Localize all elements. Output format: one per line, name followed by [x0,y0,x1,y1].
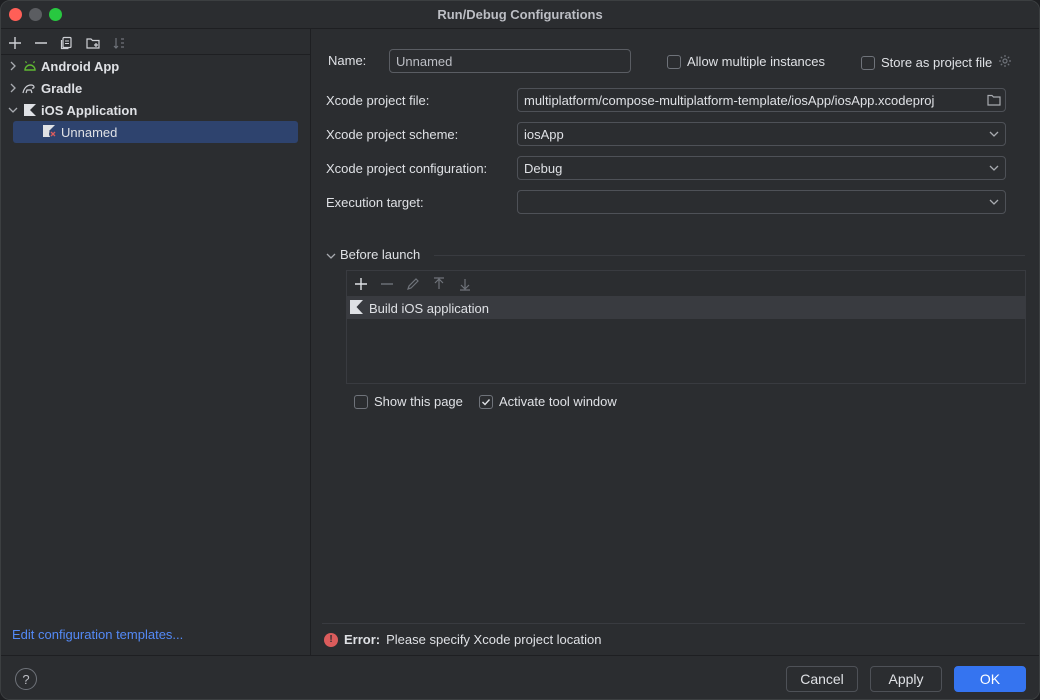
tree-item-label: Android App [41,58,120,74]
config-form-panel: Name: Unnamed Allow multiple instances S… [312,29,1039,655]
name-value: Unnamed [396,53,453,69]
task-label: Build iOS application [369,300,489,316]
edit-icon[interactable] [403,274,423,294]
checkbox-box[interactable] [479,394,493,409]
checkbox-box[interactable] [861,55,875,70]
tree-item-label: iOS Application [41,102,138,118]
scheme-value: iosApp [524,126,564,142]
before-launch-toggle[interactable]: Before launch [326,247,420,262]
error-prefix: Error: [344,632,381,647]
edit-configuration-templates-link[interactable]: Edit configuration templates... [12,627,183,642]
run-debug-dialog: Run/Debug Configurations Android App Gra… [0,0,1040,700]
checkbox-label: Store as project file [881,55,993,70]
before-launch-title: Before launch [340,247,421,262]
android-icon [21,58,39,74]
before-launch-task-row[interactable]: Build iOS application [347,297,1025,319]
remove-icon[interactable] [31,33,51,53]
sort-icon[interactable] [109,33,129,53]
tree-item-unnamed[interactable]: Unnamed [13,121,298,143]
ok-button[interactable]: OK [954,666,1026,692]
xcode-project-scheme-select[interactable]: iosApp [517,122,1006,146]
chevron-right-icon[interactable] [5,61,21,71]
checkbox-label: Activate tool window [499,394,617,409]
help-button[interactable]: ? [15,668,37,690]
xcode-project-file-field[interactable]: multiplatform/compose-multiplatform-temp… [517,88,1006,112]
copy-icon[interactable] [57,33,77,53]
chevron-down-icon[interactable] [326,247,336,262]
show-this-page-checkbox[interactable]: Show this page [354,394,463,409]
move-up-icon[interactable] [429,274,449,294]
chevron-down-icon[interactable] [983,165,1005,171]
remove-icon[interactable] [377,274,397,294]
chevron-down-icon[interactable] [5,106,21,114]
checkbox-box[interactable] [667,54,681,69]
before-launch-panel: Build iOS application [346,270,1026,384]
checkbox-box[interactable] [354,394,368,409]
execution-target-label: Execution target: [326,195,424,210]
execution-target-select[interactable] [517,190,1006,214]
checkbox-label: Allow multiple instances [687,54,826,69]
tree-item-ios-application[interactable]: iOS Application [5,99,298,121]
new-folder-icon[interactable] [83,33,103,53]
xcode-project-configuration-select[interactable]: Debug [517,156,1006,180]
apply-button[interactable]: Apply [870,666,942,692]
gradle-icon [21,80,39,96]
xcode-project-file-label: Xcode project file: [326,93,430,108]
tree-item-android-app[interactable]: Android App [5,55,298,77]
error-text: Please specify Xcode project location [386,632,602,647]
configuration-value: Debug [524,160,563,176]
xcode-project-file-value: multiplatform/compose-multiplatform-temp… [524,92,935,108]
tree-item-label: Gradle [41,80,83,96]
activate-tool-window-checkbox[interactable]: Activate tool window [479,394,617,409]
error-message: ! Error: Please specify Xcode project lo… [324,632,601,647]
ios-config-icon [41,124,59,140]
title-bar: Run/Debug Configurations [1,1,1039,29]
before-launch-toolbar [347,271,1025,297]
cancel-button[interactable]: Cancel [786,666,858,692]
add-icon[interactable] [5,33,25,53]
tree-toolbar [5,33,129,53]
xcode-project-scheme-label: Xcode project scheme: [326,127,459,142]
allow-multiple-instances-checkbox[interactable]: Allow multiple instances [667,54,825,69]
chevron-down-icon[interactable] [983,131,1005,137]
chevron-right-icon[interactable] [5,83,21,93]
add-icon[interactable] [351,274,371,294]
error-icon: ! [324,632,338,647]
xcode-project-configuration-label: Xcode project configuration: [326,161,488,176]
checkbox-label: Show this page [374,394,463,409]
name-field[interactable]: Unnamed [389,49,631,73]
name-label: Name: [328,53,367,68]
chevron-down-icon[interactable] [983,199,1005,205]
error-divider [322,623,1025,624]
ios-icon [349,299,365,318]
store-as-project-file-checkbox[interactable]: Store as project file [861,54,1012,71]
move-down-icon[interactable] [455,274,475,294]
dialog-footer: ? Cancel Apply OK [1,655,1039,699]
folder-icon[interactable] [983,94,1005,106]
gear-icon[interactable] [998,54,1012,71]
tree-item-label: Unnamed [61,124,118,140]
checkmark-icon [482,398,491,406]
config-tree-panel: Android App Gradle iOS Application Unnam… [1,29,311,655]
section-divider [434,255,1025,256]
tree-item-gradle[interactable]: Gradle [5,77,298,99]
window-title: Run/Debug Configurations [437,7,603,22]
ios-icon [21,102,39,118]
